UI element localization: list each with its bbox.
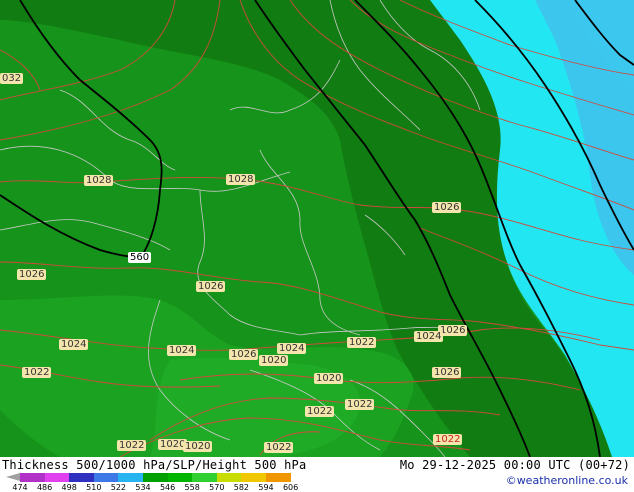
scale-swatch <box>20 473 45 482</box>
scale-arrow-icon <box>6 473 20 481</box>
chart-title: Thickness 500/1000 hPa/SLP/Height 500 hP… <box>2 458 307 472</box>
isobar-label: 1026 <box>432 367 462 378</box>
scale-swatch <box>167 473 193 482</box>
isobar-label: 1022 <box>264 442 294 453</box>
valid-time: Mo 29-12-2025 00:00 UTC (00+72) <box>399 458 630 472</box>
isobar-label: 1024 <box>167 345 197 356</box>
weather-chart: 032 1028 1028 1026 1026 1026 1026 1024 1022 1024 1… <box>0 0 634 492</box>
isobar-label: 1028 <box>226 174 256 185</box>
isobar-label: 1026 <box>432 202 462 213</box>
scale-tick-label: 486 <box>36 483 53 492</box>
isobar-label: 1026 <box>229 349 259 360</box>
isobar-label: 1026 <box>196 281 226 292</box>
scale-tick-label: 534 <box>135 483 151 492</box>
scale-tick-label: 582 <box>233 483 250 492</box>
isobar-label: 1028 <box>84 175 114 186</box>
height-contour-label: 560 <box>128 252 152 263</box>
isobar-label: 1026 <box>17 269 47 280</box>
scale-swatch <box>143 473 168 482</box>
isobar-label: 032 <box>0 73 24 84</box>
isobar-label: 1024 <box>414 331 444 342</box>
scale-tick-label: 570 <box>209 483 225 492</box>
scale-tick-label: 522 <box>110 483 127 492</box>
scale-tick-label: 498 <box>61 483 77 492</box>
scale-tick-label: 606 <box>282 483 299 492</box>
scale-swatch <box>118 473 143 482</box>
isobar-label: 1022 <box>117 440 147 451</box>
scale-swatch <box>241 473 266 482</box>
chart-footer: Thickness 500/1000 hPa/SLP/Height 500 hP… <box>0 457 634 492</box>
scale-swatch <box>192 473 217 482</box>
isobar-label: 1022 <box>22 367 52 378</box>
isobar-label: 1024 <box>277 343 307 354</box>
scale-swatch <box>69 473 94 482</box>
isobar-label: 1020 <box>259 355 289 366</box>
scale-tick-label: 546 <box>159 483 176 492</box>
isobar-label: 1022 <box>345 399 375 410</box>
weather-map <box>0 0 634 457</box>
scale-swatch <box>44 473 70 482</box>
isobar-label: 1024 <box>59 339 89 350</box>
scale-swatch <box>216 473 242 482</box>
scale-tick-label: 558 <box>184 483 200 492</box>
isobar-label: 1020 <box>314 373 344 384</box>
isobar-label: 1020 <box>183 441 213 452</box>
isobar-label: 1022 <box>433 434 463 445</box>
scale-tick-label: 510 <box>86 483 102 492</box>
credit-link[interactable]: ©weatheronline.co.uk <box>506 474 628 487</box>
scale-tick-label: 594 <box>258 483 274 492</box>
scale-tick-label: 474 <box>12 483 28 492</box>
isobar-label: 1022 <box>305 406 335 417</box>
scale-swatch <box>93 473 119 482</box>
thickness-color-scale: 474 486 498 510 522 534 546 558 570 582 594 606 <box>6 473 320 492</box>
scale-swatch <box>266 473 291 482</box>
isobar-label: 1022 <box>347 337 377 348</box>
